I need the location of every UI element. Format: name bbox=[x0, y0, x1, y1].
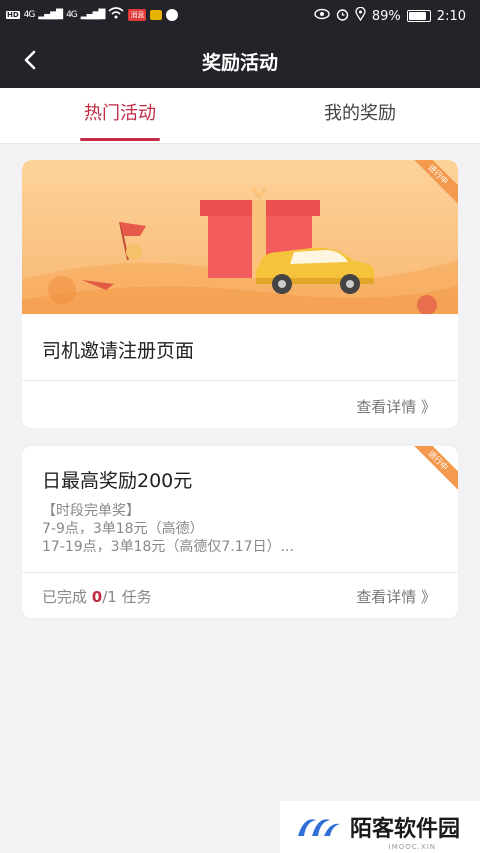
watermark-logo-icon bbox=[298, 819, 340, 836]
progress-prefix: 已完成 bbox=[42, 588, 92, 606]
task-progress: 已完成 0/1 任务 bbox=[42, 586, 152, 607]
description-line: 7-9点，3单18元（高德） bbox=[42, 521, 204, 537]
activity-card[interactable]: 进行中 日最高奖励200元 【时段完单奖】 7-9点，3单18元（高德） 17-… bbox=[22, 446, 458, 618]
activity-card[interactable]: 进行中 司机邀请注册页面 查看详情 》 bbox=[22, 160, 458, 428]
status-ribbon: 进行中 bbox=[400, 446, 458, 498]
network-label: 4G bbox=[23, 9, 36, 20]
tab-bar: 热门活动 我的奖励 bbox=[0, 88, 480, 144]
tab-my-rewards[interactable]: 我的奖励 bbox=[240, 88, 480, 143]
network-label-2: 4G bbox=[66, 9, 78, 20]
wifi-icon bbox=[108, 7, 124, 22]
tab-active-indicator bbox=[80, 138, 160, 141]
activity-description: 【时段完单奖】 7-9点，3单18元（高德） 17-19点，3单18元（高德仅7… bbox=[42, 502, 442, 556]
location-icon bbox=[355, 6, 366, 25]
hd-icon: HD bbox=[6, 10, 20, 19]
status-left-icons: HD 4G ▂▄▆█ 4G ▂▄▆█ 消息 bbox=[6, 7, 179, 22]
clock-time: 2:10 bbox=[436, 8, 466, 24]
status-bar: HD 4G ▂▄▆█ 4G ▂▄▆█ 消息 89% 2:10 bbox=[0, 0, 480, 32]
battery-icon bbox=[406, 10, 431, 22]
app-notification-icon: 消息 bbox=[128, 8, 147, 21]
app-notification-icon-3 bbox=[166, 8, 179, 21]
view-details-link[interactable]: 查看详情 》 bbox=[356, 586, 436, 607]
battery-percent: 89% bbox=[371, 8, 401, 24]
activity-title: 日最高奖励200元 bbox=[42, 470, 193, 492]
alarm-icon bbox=[336, 8, 349, 25]
card-divider bbox=[22, 572, 458, 573]
tab-hot-activities[interactable]: 热门活动 bbox=[0, 88, 240, 143]
signal-icon-2: ▂▄▆█ bbox=[80, 9, 106, 20]
activity-title: 司机邀请注册页面 bbox=[42, 340, 195, 362]
activity-banner-image: 进行中 bbox=[22, 160, 458, 315]
watermark-subtext: IMOOC.XIN bbox=[388, 843, 436, 851]
progress-suffix: /1 任务 bbox=[102, 588, 152, 606]
signal-icon: ▂▄▆█ bbox=[38, 9, 63, 20]
progress-done-count: 0 bbox=[91, 588, 103, 606]
tab-label: 热门活动 bbox=[84, 103, 156, 124]
description-line: 17-19点，3单18元（高德仅7.17日）... bbox=[42, 539, 294, 555]
tab-label: 我的奖励 bbox=[324, 103, 396, 124]
app-notification-icon-2 bbox=[150, 9, 163, 20]
description-line: 【时段完单奖】 bbox=[42, 503, 140, 519]
status-right-icons: 89% 2:10 bbox=[314, 6, 466, 25]
watermark-text: 陌客软件园 bbox=[350, 816, 461, 842]
eye-icon bbox=[314, 8, 330, 24]
watermark: 陌客软件园 IMOOC.XIN bbox=[280, 801, 480, 853]
card-divider bbox=[22, 380, 458, 381]
page-title: 奖励活动 bbox=[201, 52, 278, 74]
view-details-link[interactable]: 查看详情 》 bbox=[356, 396, 436, 417]
nav-bar: 奖励活动 bbox=[0, 32, 480, 88]
